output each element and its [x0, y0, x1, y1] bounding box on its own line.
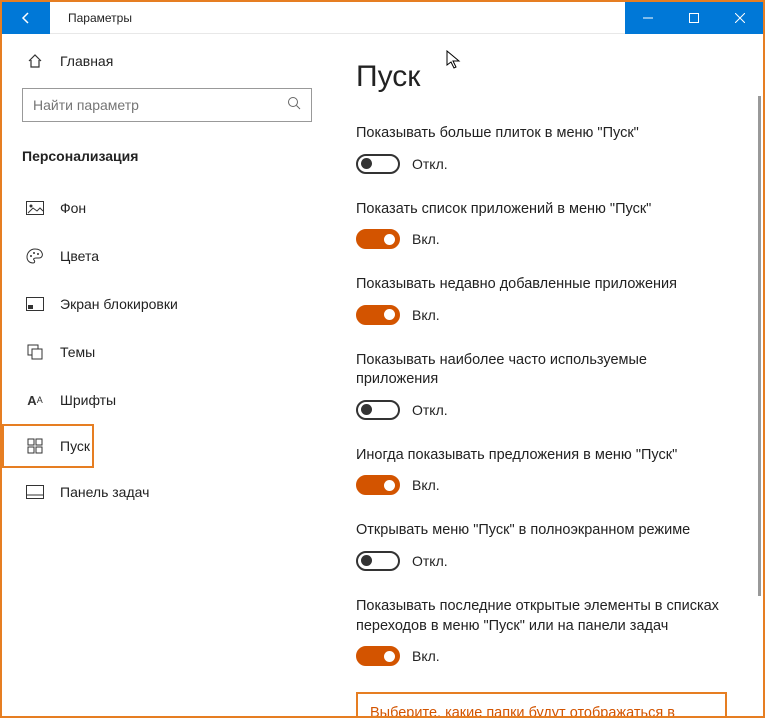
sidebar-item-themes[interactable]: Темы [2, 328, 312, 376]
toggle-state-label: Вкл. [412, 307, 440, 323]
close-button[interactable] [717, 2, 763, 34]
settings-window: Параметры Главная [0, 0, 765, 718]
home-label: Главная [60, 53, 113, 69]
search-box[interactable] [22, 88, 312, 122]
setting-item: Открывать меню "Пуск" в полноэкранном ре… [356, 521, 727, 571]
toggle-switch[interactable] [356, 229, 400, 249]
window-body: Главная Персонализация Фон [2, 34, 763, 716]
fonts-icon: AA [26, 391, 44, 409]
lockscreen-icon [26, 295, 44, 313]
search-icon [287, 96, 301, 115]
sidebar-item-label: Панель задач [60, 484, 149, 500]
setting-item: Показать список приложений в меню "Пуск"… [356, 200, 727, 250]
toggle-switch[interactable] [356, 646, 400, 666]
back-button[interactable] [2, 2, 50, 34]
sidebar-item-label: Шрифты [60, 392, 116, 408]
titlebar: Параметры [2, 2, 763, 34]
toggle-state-label: Вкл. [412, 477, 440, 493]
sidebar-item-start[interactable]: Пуск [2, 424, 94, 468]
section-header: Персонализация [22, 148, 312, 164]
toggle-switch[interactable] [356, 475, 400, 495]
toggle-state-label: Откл. [412, 156, 448, 172]
toggle-switch[interactable] [356, 400, 400, 420]
setting-item: Иногда показывать предложения в меню "Пу… [356, 446, 727, 496]
toggle-state-label: Вкл. [412, 648, 440, 664]
toggle-state-label: Откл. [412, 402, 448, 418]
setting-label: Показывать больше плиток в меню "Пуск" [356, 124, 727, 144]
toggle-switch[interactable] [356, 305, 400, 325]
setting-label: Показывать последние открытые элементы в… [356, 597, 727, 636]
sidebar-item-label: Цвета [60, 248, 99, 264]
themes-icon [26, 343, 44, 361]
page-title: Пуск [356, 60, 727, 94]
minimize-button[interactable] [625, 2, 671, 34]
setting-item: Показывать последние открытые элементы в… [356, 597, 727, 666]
sidebar: Главная Персонализация Фон [2, 34, 332, 716]
sidebar-item-fonts[interactable]: AA Шрифты [2, 376, 312, 424]
window-title: Параметры [68, 11, 132, 25]
sidebar-item-taskbar[interactable]: Панель задач [2, 468, 312, 516]
toggle-switch[interactable] [356, 154, 400, 174]
toggle-state-label: Откл. [412, 553, 448, 569]
scrollbar[interactable] [758, 96, 761, 596]
sidebar-item-label: Темы [60, 344, 95, 360]
image-icon [26, 199, 44, 217]
choose-folders-link[interactable]: Выберите, какие папки будут отображаться… [356, 692, 727, 716]
setting-label: Открывать меню "Пуск" в полноэкранном ре… [356, 521, 727, 541]
content-area: Пуск Показывать больше плиток в меню "Пу… [332, 34, 763, 716]
window-controls [625, 2, 763, 34]
setting-label: Иногда показывать предложения в меню "Пу… [356, 446, 727, 466]
setting-label: Показывать недавно добавленные приложени… [356, 275, 727, 295]
toggle-state-label: Вкл. [412, 231, 440, 247]
nav-list: Фон Цвета Экран блокировки [2, 184, 312, 516]
home-link[interactable]: Главная [22, 52, 312, 70]
setting-label: Показывать наиболее часто используемые п… [356, 351, 727, 390]
start-icon [26, 437, 44, 455]
maximize-button[interactable] [671, 2, 717, 34]
sidebar-item-label: Пуск [60, 438, 90, 454]
sidebar-item-lockscreen[interactable]: Экран блокировки [2, 280, 312, 328]
taskbar-icon [26, 483, 44, 501]
setting-item: Показывать наиболее часто используемые п… [356, 351, 727, 420]
setting-item: Показывать недавно добавленные приложени… [356, 275, 727, 325]
toggle-switch[interactable] [356, 551, 400, 571]
setting-item: Показывать больше плиток в меню "Пуск" От… [356, 124, 727, 174]
search-input[interactable] [33, 97, 287, 113]
sidebar-item-label: Экран блокировки [60, 296, 178, 312]
home-icon [26, 52, 44, 70]
setting-label: Показать список приложений в меню "Пуск" [356, 200, 727, 220]
sidebar-item-background[interactable]: Фон [2, 184, 312, 232]
sidebar-item-colors[interactable]: Цвета [2, 232, 312, 280]
palette-icon [26, 247, 44, 265]
sidebar-item-label: Фон [60, 200, 86, 216]
